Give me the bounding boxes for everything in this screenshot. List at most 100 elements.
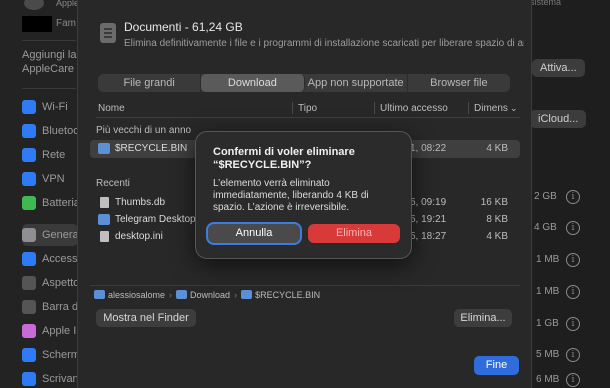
show-in-finder-button[interactable]: Mostra nel Finder [96,309,196,327]
file-size: 4 KB [486,231,508,242]
column-name[interactable]: Nome [98,103,125,114]
sidebar-item-battery[interactable]: Batteria [22,192,78,214]
chevron-right-icon: › [169,289,173,300]
sidebar-item-appearance[interactable]: Aspetto [22,272,78,294]
column-separator[interactable] [374,102,375,114]
info-icon[interactable]: i [566,221,580,235]
battery-icon [22,196,36,210]
sidebar-item-label: VPN [42,173,65,185]
alert-title: Confermi di voler eliminare “$RECYCLE.BI… [213,146,355,171]
category-segmented-control: File grandi Download App non supportate … [98,74,510,92]
chevron-down-icon[interactable]: ⌄ [510,103,518,114]
avatar[interactable] [24,0,44,10]
sheet-subtitle: Elimina definitivamente i file e i progr… [124,38,524,49]
sidebar-item-apple-intelligence[interactable]: Apple Intelligence [22,320,78,342]
path-item[interactable]: Download [176,290,230,300]
sidebar-item-wifi[interactable]: Wi-Fi [22,96,78,118]
sidebar-item-displays[interactable]: Schermi [22,344,78,366]
file-last-access: 5, 19:21 [410,214,447,225]
file-name: $RECYCLE.BIN [115,143,188,154]
info-icon[interactable]: i [566,253,580,267]
confirm-delete-button[interactable]: Elimina [308,224,400,243]
sidebar-item-bluetooth[interactable]: Bluetooth [22,120,78,142]
info-icon[interactable]: i [566,190,580,204]
sidebar-item-label: Rete [42,149,66,161]
file-last-access: 1, 08:22 [410,143,447,154]
applecare-label[interactable]: Aggiungi la AppleCare [22,48,78,76]
storage-value: 6 MB [536,374,560,385]
activate-button[interactable]: Attiva... [532,59,585,77]
family-label: Fam [56,18,76,29]
vpn-icon [22,172,36,186]
sidebar-item-label: Scrivania [42,373,78,385]
bluetooth-icon [22,124,36,138]
sidebar-item-menu-bar[interactable]: Barra dei menu [22,296,78,318]
gear-icon [22,228,36,242]
storage-value: 5 MB [536,349,560,360]
folder-icon [94,290,105,299]
display-icon [22,348,36,362]
done-button[interactable]: Fine [474,356,519,375]
sidebar-item-label: Aspetto [42,277,78,289]
file-name: Telegram Desktop [115,214,196,225]
network-icon [22,148,36,162]
document-icon [100,23,116,43]
file-size: 8 KB [486,214,508,225]
cancel-button[interactable]: Annulla [208,224,300,243]
path-bar: alessiosalome › Download › $RECYCLE.BIN [90,285,520,303]
storage-value: 1 GB [536,318,559,329]
path-item[interactable]: alessiosalome [94,290,165,300]
storage-value: 4 GB [534,222,557,233]
system-label: sistema [530,0,562,7]
column-last-access[interactable]: Ultimo accesso [380,103,448,114]
info-icon[interactable]: i [566,373,580,387]
chevron-right-icon: › [234,289,238,300]
column-size[interactable]: Dimensione [474,103,508,114]
appearance-icon [22,276,36,290]
path-item-label: $RECYCLE.BIN [255,289,321,300]
sidebar-item-vpn[interactable]: VPN [22,168,78,190]
info-icon[interactable]: i [566,285,580,299]
sidebar-item-label: Generali [42,229,78,241]
sidebar-item-desktop[interactable]: Scrivania [22,368,78,388]
file-size: 16 KB [480,197,508,208]
tab-large-files[interactable]: File grandi [98,74,202,92]
sidebar-item-label: Wi-Fi [42,101,68,113]
sidebar-item-network[interactable]: Rete [22,144,78,166]
column-separator[interactable] [468,102,469,114]
apple-intelligence-icon [22,324,36,338]
sidebar-item-label: Batteria [42,197,78,209]
folder-icon [241,290,253,299]
info-icon[interactable]: i [566,348,580,362]
column-type[interactable]: Tipo [298,103,317,114]
icloud-button[interactable]: iCloud... [530,110,587,128]
path-item-label: Download [190,289,231,300]
folder-icon [98,143,110,154]
sidebar-item-label: Schermi [42,349,78,361]
column-separator[interactable] [292,102,293,114]
tab-file-browser[interactable]: Browser file [408,74,510,92]
tab-downloads[interactable]: Download [201,74,305,92]
file-size: 4 KB [486,143,508,154]
path-item[interactable]: $RECYCLE.BIN [241,290,320,300]
folder-icon [176,290,188,299]
accessibility-icon [22,252,36,266]
file-name: Thumbs.db [115,197,166,208]
file-last-access: 5, 09:19 [410,197,447,208]
info-icon[interactable]: i [566,317,580,331]
delete-button[interactable]: Elimina... [454,309,512,327]
table-header: Nome Tipo Ultimo accesso Dimensione ⌄ [96,100,520,118]
sidebar-item-label: Apple Intelligence [42,325,78,337]
settings-sidebar: Apple Fam Aggiungi la AppleCare Wi-Fi Bl… [0,0,80,388]
sidebar-item-general[interactable]: Generali [22,224,78,246]
sidebar-divider [22,40,76,41]
menu-bar-icon [22,300,36,314]
document-icon [100,231,109,242]
sidebar-item-accessibility[interactable]: Accessibilità [22,248,78,270]
sidebar-item-label: Barra dei menu [42,301,78,313]
tab-unsupported-apps[interactable]: App non supportate [305,74,408,92]
sheet-title: Documenti - 61,24 GB [124,20,243,34]
path-item-label: alessiosalome [108,289,166,300]
storage-value: 2 GB [534,191,557,202]
apple-id-label: Apple [56,0,80,8]
